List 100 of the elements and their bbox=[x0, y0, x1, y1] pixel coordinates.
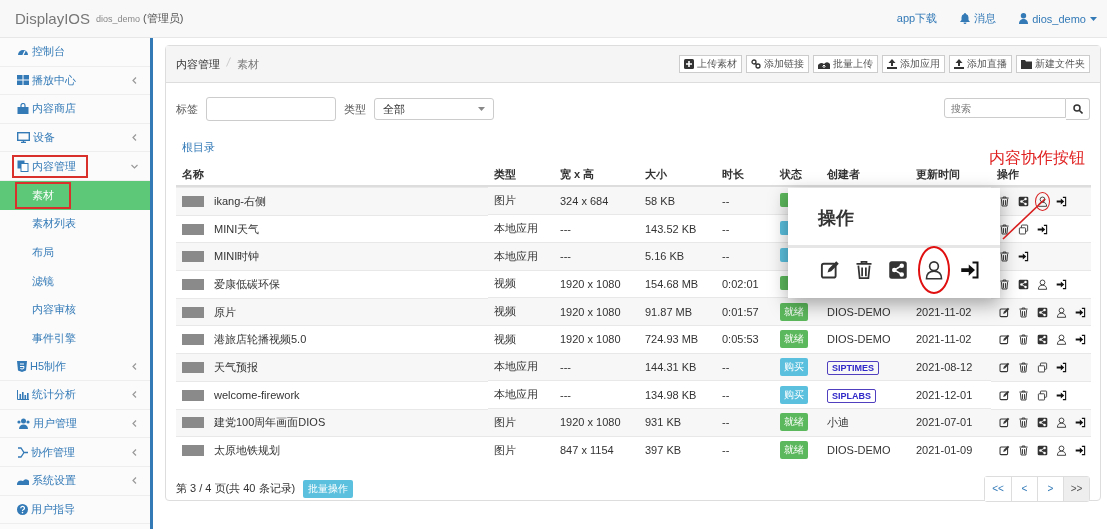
file-name[interactable]: 天气预报 bbox=[214, 359, 258, 375]
type-select[interactable]: 全部 bbox=[374, 98, 494, 120]
sidebar-subitem[interactable]: 滤镜 bbox=[0, 266, 150, 296]
toolbar-button[interactable]: 批量上传 bbox=[813, 55, 878, 73]
user-icon bbox=[924, 260, 944, 280]
sidebar-item[interactable]: 统计分析 bbox=[12, 383, 131, 407]
trash-icon bbox=[1018, 334, 1029, 346]
sidebar-item[interactable]: 控制台 bbox=[12, 40, 138, 64]
file-name[interactable]: ikang-右侧 bbox=[214, 193, 266, 209]
pagination-button[interactable]: << bbox=[985, 476, 1011, 501]
file-name[interactable]: 建党100周年画面DIOS bbox=[214, 415, 326, 431]
sidebar-item[interactable]: 播放中心 bbox=[12, 68, 131, 92]
thumbnail-placeholder bbox=[182, 417, 204, 429]
sidebar-subitem[interactable]: 素材列表 bbox=[0, 209, 150, 239]
table-cell: 5.16 KB bbox=[639, 242, 716, 271]
share-icon bbox=[1037, 445, 1048, 457]
table-cell: 58 KB bbox=[639, 186, 716, 215]
filter-label: 标签 bbox=[176, 101, 198, 117]
sidebar-subitem[interactable]: 内容审核 bbox=[0, 295, 150, 324]
leader-line bbox=[1002, 198, 1046, 240]
share-icon bbox=[1018, 195, 1029, 207]
file-name[interactable]: 港旅店轮播视频5.0 bbox=[214, 332, 307, 348]
file-name[interactable]: welcome-firework bbox=[214, 389, 300, 402]
file-name[interactable]: MINI时钟 bbox=[214, 249, 260, 265]
user-icon bbox=[1056, 306, 1067, 318]
pagination-button[interactable]: > bbox=[1037, 476, 1063, 501]
sidebar-item[interactable]: 协作管理 bbox=[12, 440, 131, 464]
account-name: dios_demo bbox=[96, 13, 141, 24]
trash-icon bbox=[854, 260, 874, 280]
action-button[interactable] bbox=[918, 246, 950, 294]
sidebar-item[interactable]: 内容管理 bbox=[12, 154, 88, 178]
file-name[interactable]: 爱康低碳环保 bbox=[214, 276, 280, 292]
action-button[interactable] bbox=[1035, 387, 1050, 403]
sidebar-item[interactable]: 内容商店 bbox=[12, 97, 138, 121]
action-button[interactable] bbox=[1035, 359, 1050, 375]
sidebar-item[interactable]: 系统设置 bbox=[12, 469, 131, 493]
toolbar-button[interactable]: 添加链接 bbox=[746, 55, 809, 73]
action-button[interactable] bbox=[997, 249, 1012, 265]
sidebar-subitem[interactable]: 布局 bbox=[0, 238, 150, 267]
copy-icon bbox=[1018, 223, 1029, 235]
table-cell: 图片 bbox=[488, 408, 554, 437]
header-link[interactable]: dios_demo bbox=[1019, 12, 1097, 25]
sign-in-icon bbox=[1075, 445, 1086, 457]
action-button[interactable] bbox=[1054, 415, 1069, 431]
copy-icon bbox=[1037, 361, 1048, 373]
action-button[interactable] bbox=[1016, 304, 1031, 320]
sidebar-item[interactable]: 设备 bbox=[12, 126, 131, 150]
header-link[interactable]: app下载 bbox=[896, 11, 938, 26]
action-button[interactable] bbox=[1054, 304, 1069, 320]
sign-in-icon bbox=[1075, 417, 1086, 429]
sidebar-item[interactable]: H5制作 bbox=[12, 354, 131, 378]
sidebar-item[interactable]: 用户指导 bbox=[12, 497, 138, 521]
dropdown-caret-icon bbox=[1090, 16, 1097, 21]
action-button[interactable] bbox=[1054, 443, 1069, 459]
toolbar-button[interactable]: 添加应用 bbox=[882, 55, 945, 73]
file-name[interactable]: 太原地铁规划 bbox=[214, 443, 280, 459]
file-name[interactable]: 原片 bbox=[214, 304, 236, 320]
trash-icon bbox=[999, 251, 1010, 263]
table-cell: 2021-07-01 bbox=[916, 416, 973, 429]
share-icon bbox=[1037, 334, 1048, 346]
action-button[interactable] bbox=[997, 221, 1012, 237]
table-cell: 1920 x 1080 bbox=[554, 297, 639, 326]
sign-in-icon bbox=[1037, 223, 1048, 235]
copy-icon bbox=[1037, 389, 1048, 401]
action-button[interactable] bbox=[1016, 387, 1031, 403]
pagination-button[interactable]: < bbox=[1011, 476, 1037, 501]
shopping-bag-icon bbox=[17, 103, 29, 115]
trash-icon bbox=[999, 195, 1010, 207]
thumbnail-placeholder bbox=[182, 389, 204, 401]
action-button[interactable] bbox=[1016, 359, 1031, 375]
action-button[interactable] bbox=[1016, 332, 1031, 348]
action-button[interactable] bbox=[997, 193, 1012, 209]
toolbar-button[interactable]: 新建文件夹 bbox=[1016, 55, 1090, 73]
file-name[interactable]: MINI天气 bbox=[214, 221, 260, 237]
edit-icon bbox=[999, 417, 1010, 429]
header-link[interactable]: 消息 bbox=[960, 11, 997, 26]
action-button[interactable] bbox=[997, 276, 1012, 292]
action-button[interactable] bbox=[1054, 332, 1069, 348]
action-button[interactable] bbox=[1016, 443, 1031, 459]
pagination-button[interactable]: >> bbox=[1063, 476, 1089, 501]
edit-icon bbox=[999, 389, 1010, 401]
toolbar-button[interactable]: 上传素材 bbox=[679, 55, 742, 73]
action-button[interactable] bbox=[1016, 415, 1031, 431]
action-button[interactable] bbox=[1035, 276, 1050, 292]
status-tag: 就绪 bbox=[780, 413, 808, 432]
filter-label: 类型 bbox=[344, 101, 366, 117]
app-brand[interactable]: DisplayIOS bbox=[15, 10, 91, 27]
user-icon bbox=[1056, 334, 1067, 346]
table-cell: --- bbox=[554, 353, 639, 381]
share-icon bbox=[888, 260, 908, 280]
root-folder-link[interactable]: 根目录 bbox=[182, 140, 215, 155]
search-button[interactable] bbox=[1066, 98, 1090, 120]
sidebar-item[interactable]: 用户管理 bbox=[12, 412, 131, 435]
breadcrumb-link[interactable]: 内容管理 bbox=[176, 56, 220, 72]
toolbar-button[interactable]: 添加直播 bbox=[949, 55, 1012, 73]
sidebar-subitem[interactable]: 事件引擎 bbox=[0, 323, 150, 353]
action-button[interactable] bbox=[1016, 221, 1031, 237]
search-field[interactable]: 搜索 bbox=[944, 98, 1066, 118]
tag-input-field[interactable] bbox=[206, 97, 336, 121]
share-icon bbox=[1037, 417, 1048, 429]
